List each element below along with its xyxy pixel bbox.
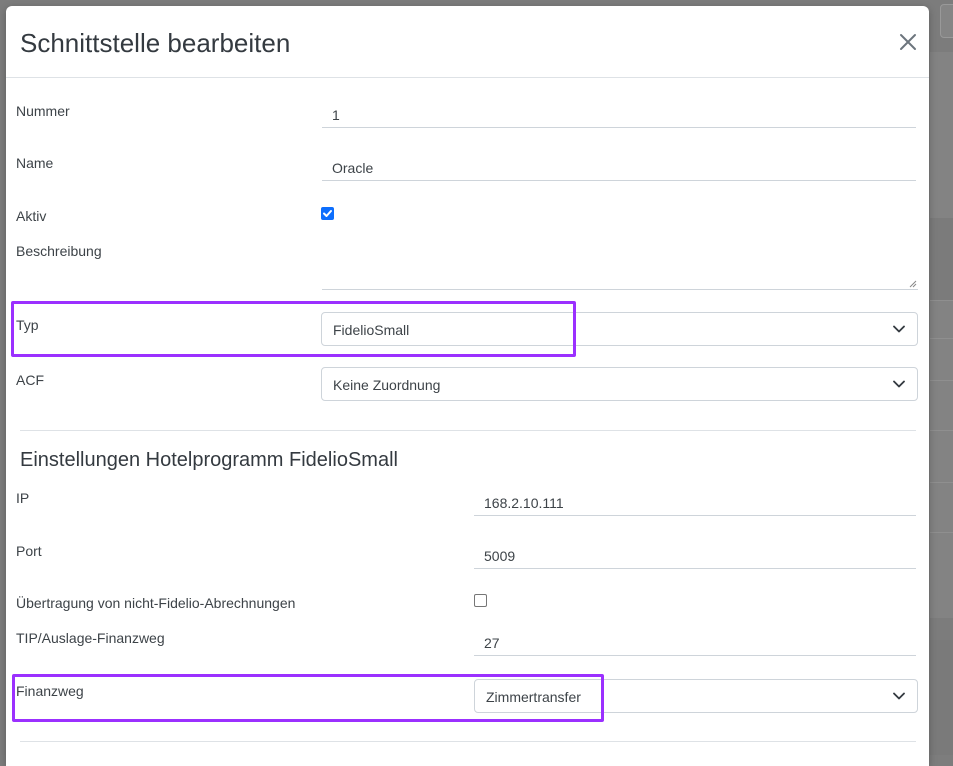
acf-select[interactable]: Keine Zuordnung [321,367,918,401]
section-title: Einstellungen Hotelprogramm FidelioSmall [20,449,398,471]
name-label: Name [16,155,54,171]
aktiv-label: Aktiv [16,208,47,224]
nummer-input[interactable]: 1 [322,98,916,128]
beschreibung-textarea[interactable] [322,242,918,290]
tip-label: TIP/Auslage-Finanzweg [16,630,165,646]
acf-label: ACF [16,372,44,388]
background-divider [930,532,953,533]
modal-header: Schnittstelle bearbeiten [6,6,929,78]
chevron-down-icon [893,325,905,333]
tip-input[interactable]: 27 [474,626,916,656]
typ-highlight-box [11,301,576,357]
nummer-value: 1 [332,107,340,123]
chevron-down-icon [893,380,905,388]
background-panel [930,52,953,618]
uebertragung-label: Übertragung von nicht-Fidelio-Abrechnung… [16,595,296,611]
ip-input[interactable]: 168.2.10.111 [474,486,916,516]
background-divider [930,482,953,483]
ip-value: 168.2.10.111 [484,495,564,511]
beschreibung-label: Beschreibung [16,243,102,259]
ip-label: IP [16,490,30,506]
background-divider [930,380,953,381]
background-divider [930,430,953,431]
close-button[interactable] [894,28,922,56]
nummer-label: Nummer [16,103,70,119]
close-icon [900,34,916,50]
section-divider [20,741,916,742]
background-footer [930,640,953,755]
section-divider [20,430,916,431]
finanzweg-highlight-box [12,674,604,722]
name-input[interactable]: Oracle [322,151,916,181]
resize-grip-icon[interactable] [909,280,917,288]
name-value: Oracle [332,160,374,176]
background-table-row [930,218,953,300]
edit-interface-dialog: Schnittstelle bearbeiten Nummer 1 Name O… [6,6,929,766]
chevron-down-icon [893,692,905,700]
background-button [940,4,953,38]
tip-value: 27 [484,635,500,651]
acf-selected-value: Keine Zuordnung [333,377,441,393]
port-input[interactable]: 5009 [474,539,916,569]
port-value: 5009 [484,548,516,564]
checkmark-icon [323,210,332,217]
port-label: Port [16,543,42,559]
background-divider [930,338,953,339]
background-divider [930,300,953,301]
aktiv-checkbox[interactable] [321,207,334,220]
modal-title: Schnittstelle bearbeiten [20,28,291,58]
uebertragung-checkbox[interactable] [474,594,487,607]
